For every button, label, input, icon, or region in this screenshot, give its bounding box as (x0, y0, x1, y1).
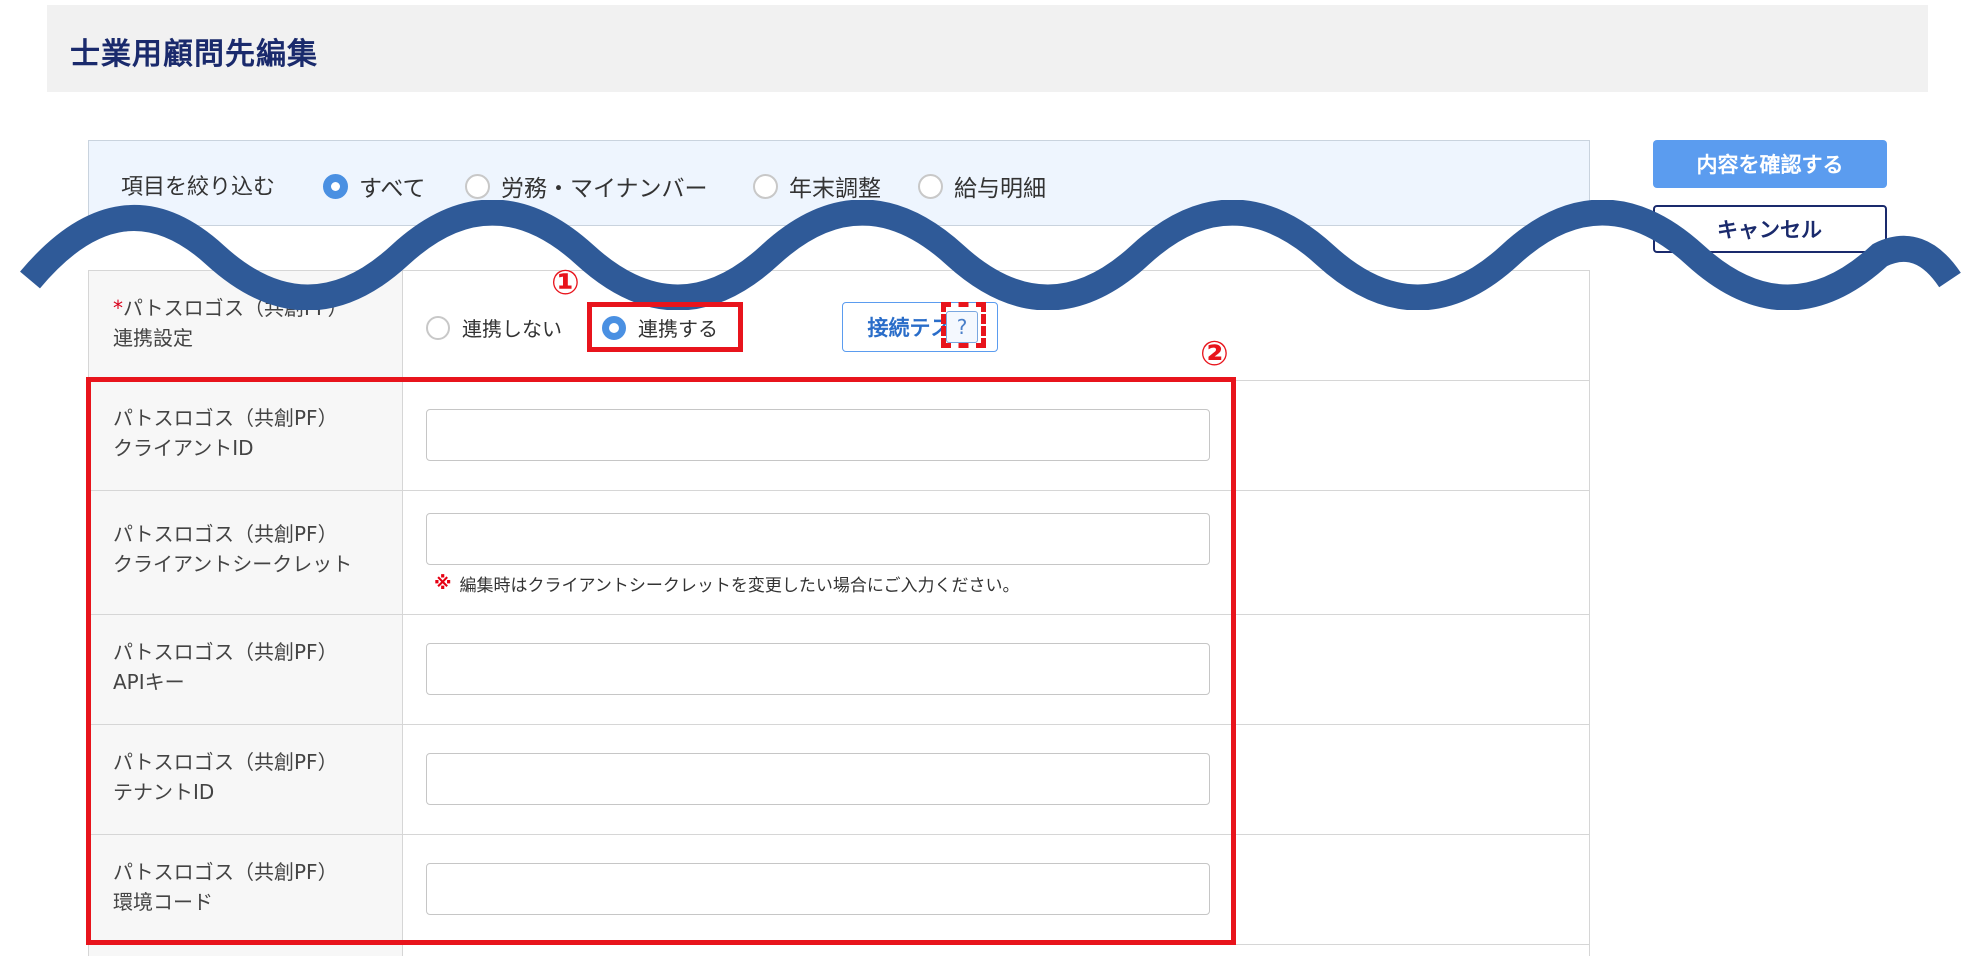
annotation-marker-1: ① (551, 263, 580, 303)
integration-option-on[interactable]: 連携する (602, 313, 718, 342)
question-icon[interactable]: ? (946, 311, 978, 343)
filter-label: 項目を絞り込む (121, 175, 276, 200)
asterisk-note-icon: ※ (434, 573, 452, 594)
value-cell (404, 725, 1589, 834)
filter-option-label: すべて (359, 176, 426, 202)
field-row-env-code: パトスロゴス（共創PF） 環境コード (89, 834, 1589, 944)
form-table: *パトスロゴス（共創PF） 連携設定 連携しない 連携する 接続テスト パトスロ… (88, 270, 1590, 956)
radio-unchecked-icon[interactable] (918, 173, 943, 199)
tenant-id-input[interactable] (426, 753, 1210, 805)
field-label: パトスロゴス（共創PF） APIキー (113, 640, 338, 694)
note-text: 編集時はクライアントシークレットを変更したい場合にご入力ください。 (459, 576, 1020, 596)
radio-unchecked-icon[interactable] (465, 173, 490, 199)
radio-unchecked-icon[interactable] (426, 315, 450, 340)
integration-option-label: 連携する (638, 317, 718, 341)
next-row (89, 944, 1589, 956)
filter-option-all[interactable]: すべて (323, 169, 425, 203)
integration-option-label: 連携しない (462, 317, 562, 341)
filter-option-year-end[interactable]: 年末調整 (753, 169, 881, 203)
value-cell: ※ 編集時はクライアントシークレットを変更したい場合にご入力ください。 (404, 491, 1589, 614)
filter-option-label: 労務・マイナンバー (501, 176, 708, 202)
field-label: パトスロゴス（共創PF） クライアントシークレット (113, 522, 353, 576)
label-cell: パトスロゴス（共創PF） クライアントシークレット (89, 491, 403, 614)
radio-unchecked-icon[interactable] (753, 173, 778, 199)
wave-cut-line (20, 200, 1961, 310)
field-label: パトスロゴス（共創PF） クライアントID (113, 406, 338, 460)
value-cell (404, 381, 1589, 490)
confirm-button[interactable]: 内容を確認する (1653, 140, 1887, 188)
field-label: パトスロゴス（共創PF） テナントID (113, 750, 338, 804)
filter-option-label: 年末調整 (789, 176, 881, 202)
radio-checked-icon[interactable] (323, 173, 348, 199)
client-secret-note: ※ 編集時はクライアントシークレットを変更したい場合にご入力ください。 (434, 571, 1019, 596)
label-cell: パトスロゴス（共創PF） テナントID (89, 725, 403, 834)
radio-checked-icon[interactable] (602, 315, 626, 340)
field-row-tenant-id: パトスロゴス（共創PF） テナントID (89, 724, 1589, 834)
wave-path (20, 200, 1961, 310)
field-label: パトスロゴス（共創PF） 環境コード (113, 860, 338, 914)
label-cell: パトスロゴス（共創PF） 環境コード (89, 835, 403, 944)
api-key-input[interactable] (426, 643, 1210, 695)
filter-option-label: 給与明細 (954, 176, 1046, 202)
annotation-marker-2: ② (1200, 334, 1229, 374)
field-row-api-key: パトスロゴス（共創PF） APIキー (89, 614, 1589, 724)
page-title: 士業用顧問先編集 (70, 37, 318, 72)
client-id-input[interactable] (426, 409, 1210, 461)
label-cell: パトスロゴス（共創PF） APIキー (89, 615, 403, 724)
integration-option-off[interactable]: 連携しない (426, 313, 562, 342)
label-cell (89, 945, 403, 956)
value-cell (404, 615, 1589, 724)
filter-option-payslip[interactable]: 給与明細 (918, 169, 1046, 203)
client-secret-input[interactable] (426, 513, 1210, 565)
filter-option-labor[interactable]: 労務・マイナンバー (465, 169, 708, 203)
label-cell: パトスロゴス（共創PF） クライアントID (89, 381, 403, 490)
page-header: 士業用顧問先編集 (47, 5, 1928, 92)
env-code-input[interactable] (426, 863, 1210, 915)
field-row-client-secret: パトスロゴス（共創PF） クライアントシークレット ※ 編集時はクライアントシー… (89, 490, 1589, 614)
value-cell (404, 835, 1589, 944)
field-row-client-id: パトスロゴス（共創PF） クライアントID (89, 380, 1589, 490)
